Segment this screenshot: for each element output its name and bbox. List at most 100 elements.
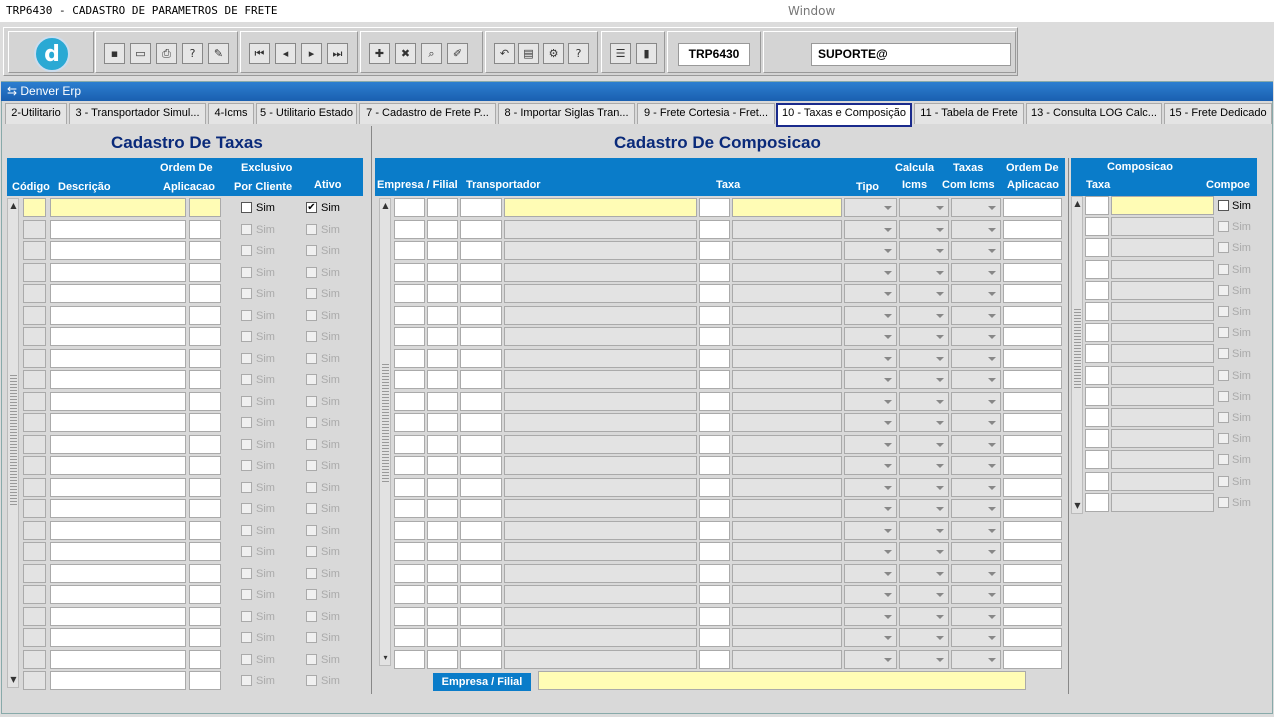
clear-record-icon[interactable]: ✐ — [447, 43, 468, 64]
taxa-code-field[interactable] — [699, 477, 730, 497]
ordem-aplicacao-field[interactable] — [1003, 413, 1062, 432]
ordem-aplicacao-field[interactable] — [1003, 391, 1062, 411]
taxas-com-icms-select[interactable] — [951, 391, 1001, 411]
side-taxa-field[interactable] — [1085, 344, 1109, 364]
codigo-field[interactable] — [23, 413, 46, 432]
exclusivo-checkbox[interactable] — [241, 589, 252, 600]
empresa-field[interactable] — [394, 542, 425, 561]
codigo-field[interactable] — [23, 198, 46, 217]
scroll-grip[interactable] — [1074, 309, 1081, 389]
taxa-code-field[interactable] — [699, 370, 730, 389]
taxa-desc-field[interactable] — [732, 241, 842, 260]
taxa-desc-field[interactable] — [732, 305, 842, 325]
tipo-select[interactable] — [844, 649, 897, 669]
empresa-field[interactable] — [394, 649, 425, 669]
descricao-field[interactable] — [50, 520, 186, 540]
scroll-down-icon[interactable]: ▼ — [9, 675, 18, 685]
transportador-name-field[interactable] — [504, 649, 697, 669]
taxa-desc-field[interactable] — [732, 348, 842, 368]
taxa-desc-field[interactable] — [732, 456, 842, 475]
scroll-up-icon[interactable]: ▲ — [1073, 199, 1082, 209]
descricao-field[interactable] — [50, 241, 186, 260]
taxa-code-field[interactable] — [699, 585, 730, 604]
compoe-checkbox[interactable] — [1218, 242, 1229, 254]
ordem-field[interactable] — [189, 198, 221, 217]
ordem-field[interactable] — [189, 606, 221, 626]
transportador-name-field[interactable] — [504, 563, 697, 583]
taxa-code-field[interactable] — [699, 327, 730, 346]
taxas-com-icms-select[interactable] — [951, 262, 1001, 282]
empresa-field[interactable] — [394, 284, 425, 303]
exclusivo-checkbox[interactable] — [241, 374, 252, 385]
ativo-checkbox[interactable] — [306, 245, 317, 256]
tab-cadastro-frete[interactable]: 7 - Cadastro de Frete P... — [359, 103, 496, 124]
empresa-field[interactable] — [394, 391, 425, 411]
ativo-checkbox[interactable] — [306, 589, 317, 600]
side-desc-field[interactable] — [1111, 365, 1214, 385]
ordem-field[interactable] — [189, 413, 221, 432]
calcula-icms-select[interactable] — [899, 477, 949, 497]
taxas-com-icms-select[interactable] — [951, 477, 1001, 497]
scroll-up-icon[interactable]: ▲ — [9, 201, 18, 211]
filial-field[interactable] — [427, 542, 458, 561]
tipo-select[interactable] — [844, 585, 897, 604]
taxa-desc-field[interactable] — [732, 477, 842, 497]
ativo-checkbox[interactable] — [306, 352, 317, 364]
composicao-scrollbar[interactable]: ▲ ▾ — [379, 198, 391, 666]
calcula-icms-select[interactable] — [899, 434, 949, 454]
transportador-name-field[interactable] — [504, 585, 697, 604]
side-taxa-field[interactable] — [1085, 196, 1109, 215]
codigo-field[interactable] — [23, 628, 46, 647]
codigo-field[interactable] — [23, 649, 46, 669]
calcula-icms-select[interactable] — [899, 262, 949, 282]
tipo-select[interactable] — [844, 434, 897, 454]
ordem-aplicacao-field[interactable] — [1003, 305, 1062, 325]
exclusivo-checkbox[interactable] — [241, 632, 252, 643]
ativo-checkbox[interactable] — [306, 653, 317, 665]
ativo-checkbox[interactable] — [306, 309, 317, 321]
descricao-field[interactable] — [50, 563, 186, 583]
taxa-code-field[interactable] — [699, 262, 730, 282]
transportador-name-field[interactable] — [504, 284, 697, 303]
empresa-filial-field[interactable] — [538, 671, 1026, 690]
side-taxa-field[interactable] — [1085, 323, 1109, 343]
search-record-icon[interactable]: ⌕ — [421, 43, 442, 64]
taxas-com-icms-select[interactable] — [951, 649, 1001, 669]
tipo-select[interactable] — [844, 628, 897, 647]
exclusivo-checkbox[interactable] — [241, 610, 252, 622]
transportador-name-field[interactable] — [504, 348, 697, 368]
taxa-desc-field[interactable] — [732, 563, 842, 583]
tab-frete-cortesia[interactable]: 9 - Frete Cortesia - Fret... — [637, 103, 775, 124]
taxa-desc-field[interactable] — [732, 413, 842, 432]
tipo-select[interactable] — [844, 456, 897, 475]
filial-field[interactable] — [427, 434, 458, 454]
calcula-icms-select[interactable] — [899, 391, 949, 411]
ativo-checkbox[interactable] — [306, 524, 317, 536]
calcula-icms-select[interactable] — [899, 305, 949, 325]
descricao-field[interactable] — [50, 198, 186, 217]
compoe-checkbox[interactable] — [1218, 284, 1229, 296]
transportador-name-field[interactable] — [504, 434, 697, 454]
ordem-field[interactable] — [189, 284, 221, 303]
ordem-aplicacao-field[interactable] — [1003, 499, 1062, 518]
codigo-field[interactable] — [23, 370, 46, 389]
insert-record-icon[interactable]: ✚ — [369, 43, 390, 64]
codigo-field[interactable] — [23, 262, 46, 282]
calcula-icms-select[interactable] — [899, 563, 949, 583]
descricao-field[interactable] — [50, 305, 186, 325]
filial-field[interactable] — [427, 563, 458, 583]
taxa-desc-field[interactable] — [732, 542, 842, 561]
ordem-field[interactable] — [189, 456, 221, 475]
filial-field[interactable] — [427, 391, 458, 411]
taxa-code-field[interactable] — [699, 563, 730, 583]
last-record-icon[interactable]: ⏭ — [327, 43, 348, 64]
ativo-checkbox[interactable] — [306, 223, 317, 235]
side-desc-field[interactable] — [1111, 429, 1214, 449]
transportador-code-field[interactable] — [460, 198, 502, 217]
ordem-aplicacao-field[interactable] — [1003, 477, 1062, 497]
taxa-code-field[interactable] — [699, 305, 730, 325]
descricao-field[interactable] — [50, 456, 186, 475]
side-desc-field[interactable] — [1111, 450, 1214, 470]
taxa-desc-field[interactable] — [732, 262, 842, 282]
empresa-field[interactable] — [394, 477, 425, 497]
